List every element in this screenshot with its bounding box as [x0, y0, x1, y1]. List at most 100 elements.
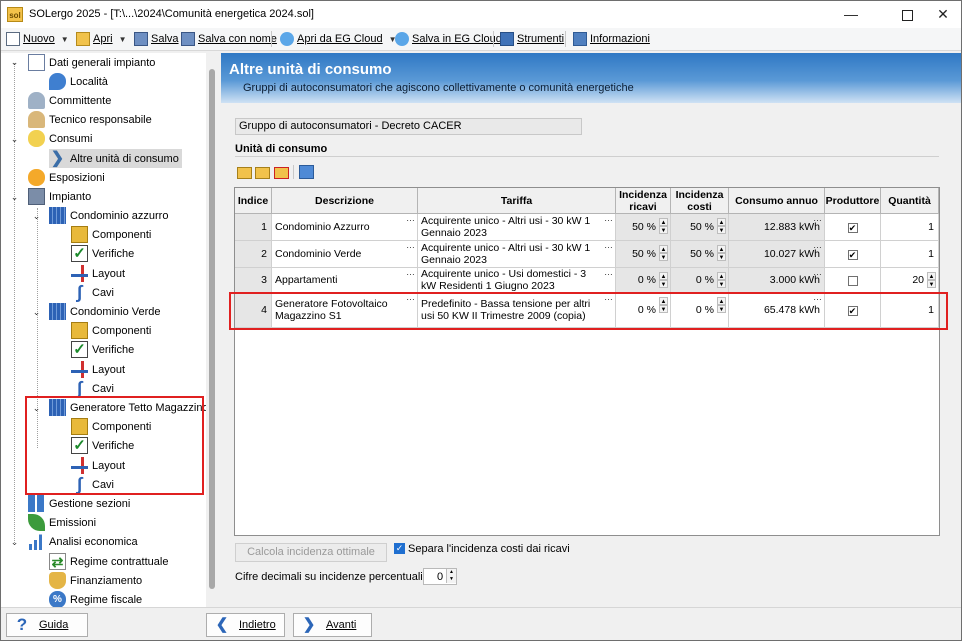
- spin-up-icon[interactable]: ▲: [659, 272, 668, 280]
- cell-incidenza-ricavi[interactable]: 50 % ▲ ▼: [616, 214, 671, 241]
- cell-descrizione[interactable]: Appartamenti…: [272, 268, 418, 293]
- spin-up-icon[interactable]: ▲: [659, 218, 668, 226]
- spin-down-icon[interactable]: ▼: [659, 226, 668, 234]
- ellipsis-button-icon[interactable]: …: [813, 241, 822, 250]
- cell-descrizione[interactable]: Condominio Azzurro…: [272, 214, 418, 241]
- tools-button[interactable]: Strumenti: [500, 30, 564, 48]
- cell-indice[interactable]: 2: [235, 241, 272, 268]
- column-header-incidenza-costi[interactable]: Incidenza costi: [671, 188, 729, 214]
- tree-node-finanziamento[interactable]: Finanziamento: [49, 571, 142, 590]
- guida-button[interactable]: ? Guida: [6, 613, 88, 637]
- spin-down-icon[interactable]: ▼: [659, 280, 668, 288]
- minimize-button[interactable]: —: [829, 1, 873, 28]
- stepper-arrows[interactable]: ▲ ▼: [659, 218, 668, 234]
- tree-node-impianto[interactable]: Impianto: [28, 187, 91, 206]
- tree-node-regime-contrattuale[interactable]: ⇄ Regime contrattuale: [49, 552, 168, 571]
- tree-node-altre-unita[interactable]: ❯ Altre unità di consumo: [49, 149, 182, 168]
- save-button[interactable]: Salva: [134, 30, 179, 48]
- column-header-descrizione[interactable]: Descrizione: [272, 188, 418, 214]
- column-header-produttore[interactable]: Produttore: [825, 188, 881, 214]
- chevron-down-icon[interactable]: ⌄: [10, 135, 19, 144]
- spin-up-icon[interactable]: ▲: [717, 245, 726, 253]
- cell-incidenza-costi[interactable]: 50 % ▲ ▼: [671, 214, 729, 241]
- spin-up-icon[interactable]: ▲: [717, 272, 726, 280]
- stepper-arrows[interactable]: ▲ ▼: [717, 272, 726, 288]
- import-unit-icon[interactable]: [299, 164, 314, 179]
- tree-node-committente[interactable]: Committente: [28, 91, 111, 110]
- ellipsis-button-icon[interactable]: …: [813, 214, 822, 223]
- cell-descrizione[interactable]: Condominio Verde…: [272, 241, 418, 268]
- produttore-checkbox[interactable]: [847, 275, 858, 286]
- info-button[interactable]: Informazioni: [573, 30, 650, 48]
- spin-down-icon[interactable]: ▼: [446, 576, 456, 583]
- cell-indice[interactable]: 1: [235, 214, 272, 241]
- tree-node-layout[interactable]: Layout: [71, 264, 125, 283]
- group-type-field[interactable]: Gruppo di autoconsumatori - Decreto CACE…: [235, 118, 582, 135]
- tree-node-componenti[interactable]: Componenti: [71, 225, 151, 244]
- spin-up-icon[interactable]: ▲: [927, 272, 936, 280]
- spin-up-icon[interactable]: ▲: [659, 245, 668, 253]
- cell-quantita[interactable]: 20 ▲ ▼: [881, 268, 939, 293]
- column-header-indice[interactable]: Indice: [235, 188, 272, 214]
- cell-produttore[interactable]: [825, 268, 881, 293]
- column-header-tariffa[interactable]: Tariffa: [418, 188, 616, 214]
- indietro-button[interactable]: ❮ Indietro: [206, 613, 285, 637]
- tree-node-tecnico[interactable]: Tecnico responsabile: [28, 110, 152, 129]
- spin-up-icon[interactable]: ▲: [446, 569, 456, 576]
- ellipsis-button-icon[interactable]: …: [604, 268, 613, 277]
- cell-tariffa[interactable]: Acquirente unico - Altri usi - 30 kW 1 G…: [418, 214, 616, 241]
- decimali-stepper[interactable]: 0 ▲ ▼: [423, 568, 457, 585]
- ellipsis-button-icon[interactable]: …: [406, 214, 415, 223]
- tree-node-regime-fiscale[interactable]: % Regime fiscale: [49, 590, 142, 607]
- cell-quantita[interactable]: 1: [881, 214, 939, 241]
- produttore-checkbox[interactable]: ✔: [847, 249, 858, 260]
- delete-unit-icon[interactable]: [274, 164, 289, 179]
- chevron-down-icon[interactable]: ⌄: [10, 538, 19, 547]
- cell-incidenza-ricavi[interactable]: 50 % ▲ ▼: [616, 241, 671, 268]
- cell-consumo[interactable]: 12.883 kWh…: [729, 214, 825, 241]
- ellipsis-button-icon[interactable]: …: [604, 214, 613, 223]
- chevron-down-icon[interactable]: ⌄: [32, 212, 41, 221]
- new-button[interactable]: Nuovo ▼: [6, 30, 69, 48]
- tree-node-layout[interactable]: Layout: [71, 360, 125, 379]
- cell-produttore[interactable]: ✔: [825, 214, 881, 241]
- chevron-down-icon[interactable]: ⌄: [10, 193, 19, 202]
- save-cloud-button[interactable]: Salva in EG Cloud: [395, 30, 502, 48]
- scrollbar-thumb[interactable]: [209, 69, 215, 589]
- avanti-button[interactable]: ❯ Avanti: [293, 613, 372, 637]
- spin-down-icon[interactable]: ▼: [717, 253, 726, 261]
- tree-node-condominio-azzurro[interactable]: Condominio azzurro: [49, 206, 168, 225]
- open-button[interactable]: Apri ▼: [76, 30, 126, 48]
- chevron-down-icon[interactable]: ⌄: [32, 308, 41, 317]
- spin-down-icon[interactable]: ▼: [927, 280, 936, 288]
- stepper-arrows[interactable]: ▲ ▼: [927, 272, 936, 288]
- ellipsis-button-icon[interactable]: …: [406, 241, 415, 250]
- tree-node-componenti[interactable]: Componenti: [71, 321, 151, 340]
- tree-node-verifiche[interactable]: ✓ Verifiche: [71, 340, 134, 359]
- stepper-arrows[interactable]: ▲ ▼: [659, 272, 668, 288]
- duplicate-unit-icon[interactable]: [255, 164, 270, 179]
- column-header-incidenza-ricavi[interactable]: Incidenza ricavi: [616, 188, 671, 214]
- cell-incidenza-costi[interactable]: 50 % ▲ ▼: [671, 241, 729, 268]
- close-button[interactable]: ✕: [921, 1, 961, 28]
- tree-node-dati-generali[interactable]: Dati generali impianto: [28, 53, 155, 72]
- ellipsis-button-icon[interactable]: …: [813, 268, 822, 277]
- cell-produttore[interactable]: ✔: [825, 241, 881, 268]
- tree-node-esposizioni[interactable]: Esposizioni: [28, 168, 105, 187]
- tree-node-condominio-verde[interactable]: Condominio Verde: [49, 302, 161, 321]
- cell-consumo[interactable]: 3.000 kWh…: [729, 268, 825, 293]
- spin-up-icon[interactable]: ▲: [717, 218, 726, 226]
- spin-down-icon[interactable]: ▼: [717, 280, 726, 288]
- cell-consumo[interactable]: 10.027 kWh…: [729, 241, 825, 268]
- chevron-down-icon[interactable]: ▼: [119, 35, 127, 44]
- produttore-checkbox[interactable]: ✔: [847, 222, 858, 233]
- spin-down-icon[interactable]: ▼: [717, 226, 726, 234]
- stepper-arrows[interactable]: ▲ ▼: [446, 569, 456, 584]
- calcola-incidenza-button[interactable]: Calcola incidenza ottimale: [235, 543, 387, 562]
- spin-down-icon[interactable]: ▼: [659, 253, 668, 261]
- ellipsis-button-icon[interactable]: …: [406, 268, 415, 277]
- add-unit-icon[interactable]: [237, 164, 252, 179]
- consumer-units-table[interactable]: Indice Descrizione Tariffa Incidenza ric…: [234, 187, 940, 536]
- tree-node-cavi[interactable]: ∫ Cavi: [71, 283, 114, 302]
- cell-incidenza-costi[interactable]: 0 % ▲ ▼: [671, 268, 729, 293]
